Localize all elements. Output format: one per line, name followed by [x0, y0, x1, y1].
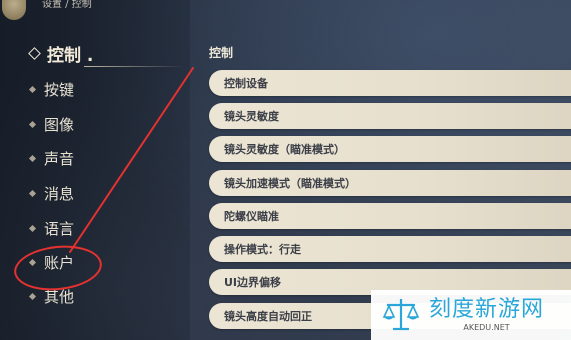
diamond-bullet-icon — [28, 154, 37, 162]
breadcrumb: 设置 / 控制 — [42, 0, 92, 10]
setting-row-control-device[interactable]: 控制设备 — [209, 70, 571, 96]
setting-label: 控制设备 — [224, 77, 268, 90]
section-title: 控制 — [209, 46, 234, 60]
sidebar-item-label: 语言 — [44, 219, 75, 238]
diamond-bullet-icon — [28, 292, 37, 300]
sidebar-item-graphics[interactable]: 图像 — [28, 113, 75, 135]
diamond-bullet-icon — [28, 224, 37, 232]
setting-row-aim-acceleration[interactable]: 镜头加速模式（瞄准模式） — [209, 170, 571, 196]
sidebar-item-audio[interactable]: 声音 — [28, 147, 75, 169]
setting-label: UI边界偏移 — [224, 276, 282, 289]
sidebar-item-messages[interactable]: 消息 — [28, 182, 75, 204]
scale-logo-icon — [382, 299, 420, 331]
setting-label: 镜头灵敏度（瞄准模式） — [224, 143, 345, 156]
setting-row-gyro-aim[interactable]: 陀螺仪瞄准 — [209, 203, 571, 229]
setting-label: 镜头加速模式（瞄准模式） — [224, 177, 356, 190]
active-item-underline — [84, 66, 184, 67]
setting-row-aim-sensitivity[interactable]: 镜头灵敏度（瞄准模式） — [209, 136, 571, 162]
setting-label: 陀螺仪瞄准 — [224, 210, 279, 223]
diamond-bullet-icon — [28, 189, 37, 197]
sidebar-item-label: 声音 — [44, 149, 75, 168]
diamond-bullet-icon — [28, 85, 37, 93]
setting-label: 镜头灵敏度 — [224, 110, 279, 123]
sidebar-item-label: 按键 — [44, 80, 75, 99]
sidebar-item-language[interactable]: 语言 — [28, 217, 75, 239]
sidebar-item-label: 图像 — [44, 115, 75, 134]
sidebar-backdrop — [0, 0, 190, 340]
watermark: 刻度新游网 AKEDU.NET — [371, 290, 571, 340]
sidebar-item-label: 控制 . — [47, 45, 94, 66]
sidebar-item-controls[interactable]: 控制 . — [28, 42, 94, 66]
sidebar-item-label: 消息 — [44, 184, 75, 203]
watermark-subtitle: AKEDU.NET — [463, 323, 510, 332]
setting-row-operation-mode[interactable]: 操作模式：行走 — [209, 236, 571, 262]
watermark-title: 刻度新游网 — [429, 297, 545, 322]
sidebar-item-keys[interactable]: 按键 — [28, 78, 75, 100]
setting-label: 操作模式：行走 — [224, 243, 301, 256]
setting-label: 镜头高度自动回正 — [224, 310, 312, 323]
setting-row-camera-sensitivity[interactable]: 镜头灵敏度 — [209, 103, 571, 129]
active-diamond-icon — [28, 46, 41, 60]
diamond-bullet-icon — [28, 120, 37, 128]
